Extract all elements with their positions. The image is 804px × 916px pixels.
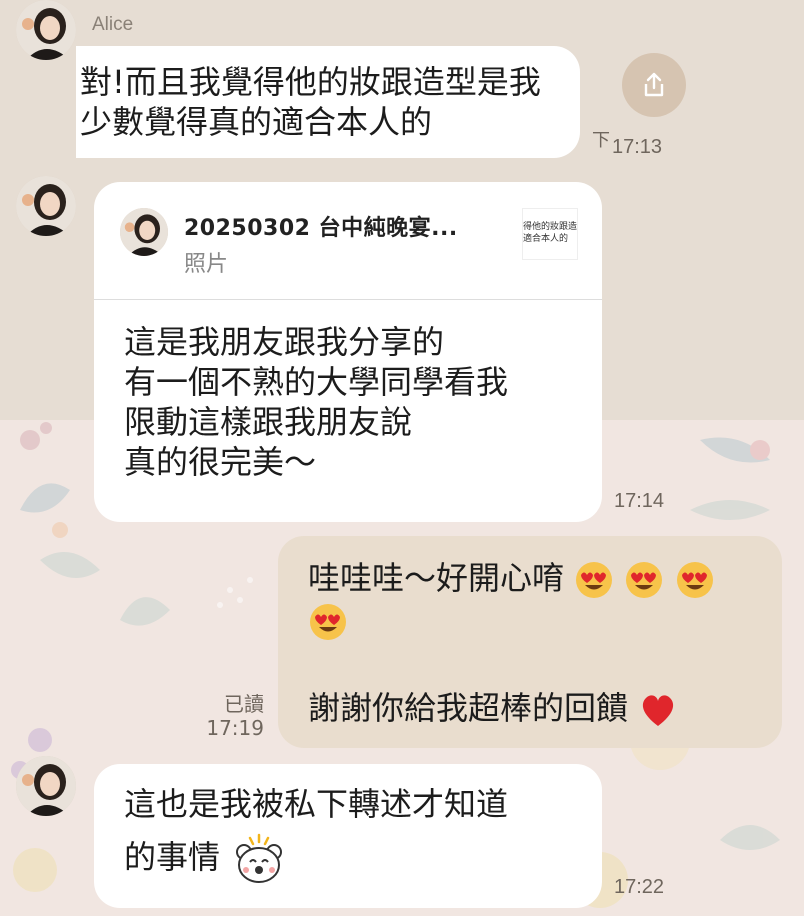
red-heart-emoji xyxy=(643,695,674,726)
message-bubble-outgoing[interactable]: 哇哇哇～好開心唷 謝謝你給我超棒的回饋 xyxy=(278,536,782,748)
avatar-photo xyxy=(120,208,168,256)
avatar-photo xyxy=(16,0,76,60)
message-time: 17:13 xyxy=(612,136,663,158)
message-text: 謝謝你給我超棒的回饋 xyxy=(308,689,629,727)
quoted-avatar xyxy=(120,208,168,256)
share-icon xyxy=(644,72,664,97)
message-bubble-incoming[interactable]: 這也是我被私下轉述才知道 的事情 xyxy=(94,764,602,908)
message-line: 謝謝你給我超棒的回饋 xyxy=(308,688,678,730)
message-line: 哇哇哇～好開心唷 xyxy=(308,558,715,600)
message-text: 這是我朋友跟我分享的 有一個不熟的大學同學看我 限動這樣跟我朋友說 真的很完美～ xyxy=(124,323,509,481)
message-line xyxy=(308,602,348,642)
heart-eyes-emoji xyxy=(576,562,613,598)
message-bubble-incoming[interactable]: 對!而且我覺得他的妝跟造型是我 少數覺得真的適合本人的 xyxy=(76,46,580,158)
read-receipt: 已讀 xyxy=(224,692,264,716)
quoted-reply-preview[interactable]: 20250302 台中純晚宴... 照片 得他的妝跟造 適合本人的 xyxy=(94,182,602,300)
heart-eyes-emoji xyxy=(310,604,346,640)
message-side-char: 下 xyxy=(592,130,610,150)
sender-name: Alice xyxy=(92,14,134,35)
message-time: 17:19 xyxy=(206,716,264,740)
quoted-title: 20250302 台中純晚宴... xyxy=(184,216,458,241)
quoted-thumbnail: 得他的妝跟造 適合本人的 xyxy=(522,208,578,260)
message-text: 的事情 xyxy=(124,838,221,876)
sender-avatar[interactable] xyxy=(16,176,76,236)
share-button[interactable] xyxy=(622,53,686,117)
message-text: 哇哇哇～好開心唷 xyxy=(308,559,565,597)
message-text: 這也是我被私下轉述才知道 xyxy=(124,785,509,823)
avatar-photo xyxy=(16,176,76,236)
quoted-subtitle: 照片 xyxy=(184,252,229,277)
bear-sticker-emoji xyxy=(236,833,283,883)
message-text: 對!而且我覺得他的妝跟造型是我 少數覺得真的適合本人的 xyxy=(80,63,541,141)
sender-avatar[interactable] xyxy=(16,756,76,816)
heart-eyes-emoji xyxy=(626,562,663,598)
message-line: 的事情 xyxy=(124,832,288,886)
sender-avatar[interactable] xyxy=(16,0,76,60)
reply-message-bubble[interactable]: 20250302 台中純晚宴... 照片 得他的妝跟造 適合本人的 這是我朋友跟… xyxy=(94,182,602,522)
heart-eyes-emoji xyxy=(676,562,713,598)
avatar-photo xyxy=(16,756,76,816)
message-time: 17:14 xyxy=(614,490,665,512)
message-time: 17:22 xyxy=(614,876,665,898)
